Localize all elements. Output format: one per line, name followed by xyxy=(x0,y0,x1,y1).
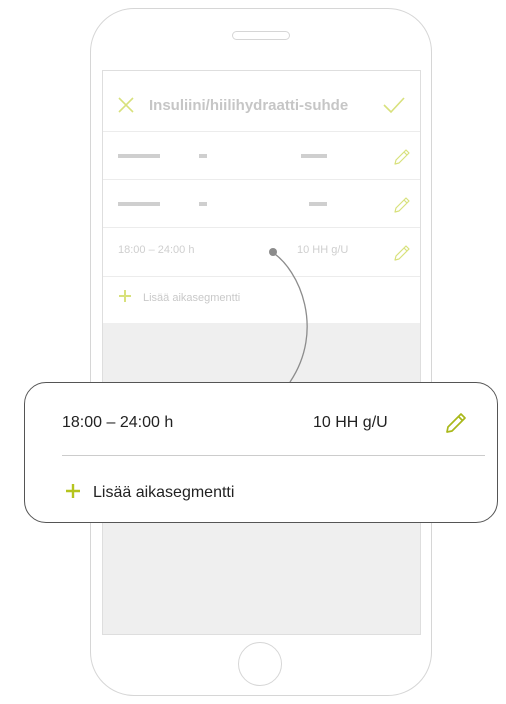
time-placeholder xyxy=(118,154,160,158)
phone-speaker xyxy=(232,31,290,40)
segment-time: 18:00 – 24:00 h xyxy=(118,244,195,256)
zoom-add-segment-label[interactable]: Lisää aikasegmentti xyxy=(93,484,234,502)
phone-home-button xyxy=(238,642,282,686)
check-icon[interactable] xyxy=(383,96,405,114)
divider xyxy=(62,455,485,456)
callout-anchor-dot xyxy=(269,248,277,256)
screen-header: Insuliini/hiilihydraatti-suhde xyxy=(103,71,420,131)
segment-ratio: 10 HH g/U xyxy=(297,244,349,256)
pencil-icon[interactable] xyxy=(445,412,467,434)
phone-screen: Insuliini/hiilihydraatti-suhde 18:00 – 2… xyxy=(102,70,421,635)
add-segment-label: Lisää aikasegmentti xyxy=(143,292,241,304)
zoom-segment-time: 18:00 – 24:00 h xyxy=(62,414,174,431)
pencil-icon[interactable] xyxy=(393,196,411,214)
time-placeholder xyxy=(118,202,160,206)
add-segment-button[interactable]: Lisää aikasegmentti xyxy=(103,276,420,324)
page-title: Insuliini/hiilihydraatti-suhde xyxy=(149,97,349,114)
separator-placeholder xyxy=(199,154,207,158)
pencil-icon[interactable] xyxy=(393,148,411,166)
zoom-segment-ratio: 10 HH g/U xyxy=(313,414,388,431)
plus-icon xyxy=(119,290,131,302)
ratio-placeholder xyxy=(301,154,327,158)
separator-placeholder xyxy=(199,202,207,206)
close-icon[interactable] xyxy=(118,97,134,113)
zoom-callout: 18:00 – 24:00 h 10 HH g/U Lisää aikasegm… xyxy=(24,382,498,523)
ratio-placeholder xyxy=(309,202,327,206)
pencil-icon[interactable] xyxy=(393,244,411,262)
plus-icon[interactable] xyxy=(65,483,81,499)
segment-row[interactable] xyxy=(103,131,420,180)
segment-row[interactable]: 18:00 – 24:00 h 10 HH g/U xyxy=(103,227,420,276)
segment-row[interactable] xyxy=(103,179,420,228)
